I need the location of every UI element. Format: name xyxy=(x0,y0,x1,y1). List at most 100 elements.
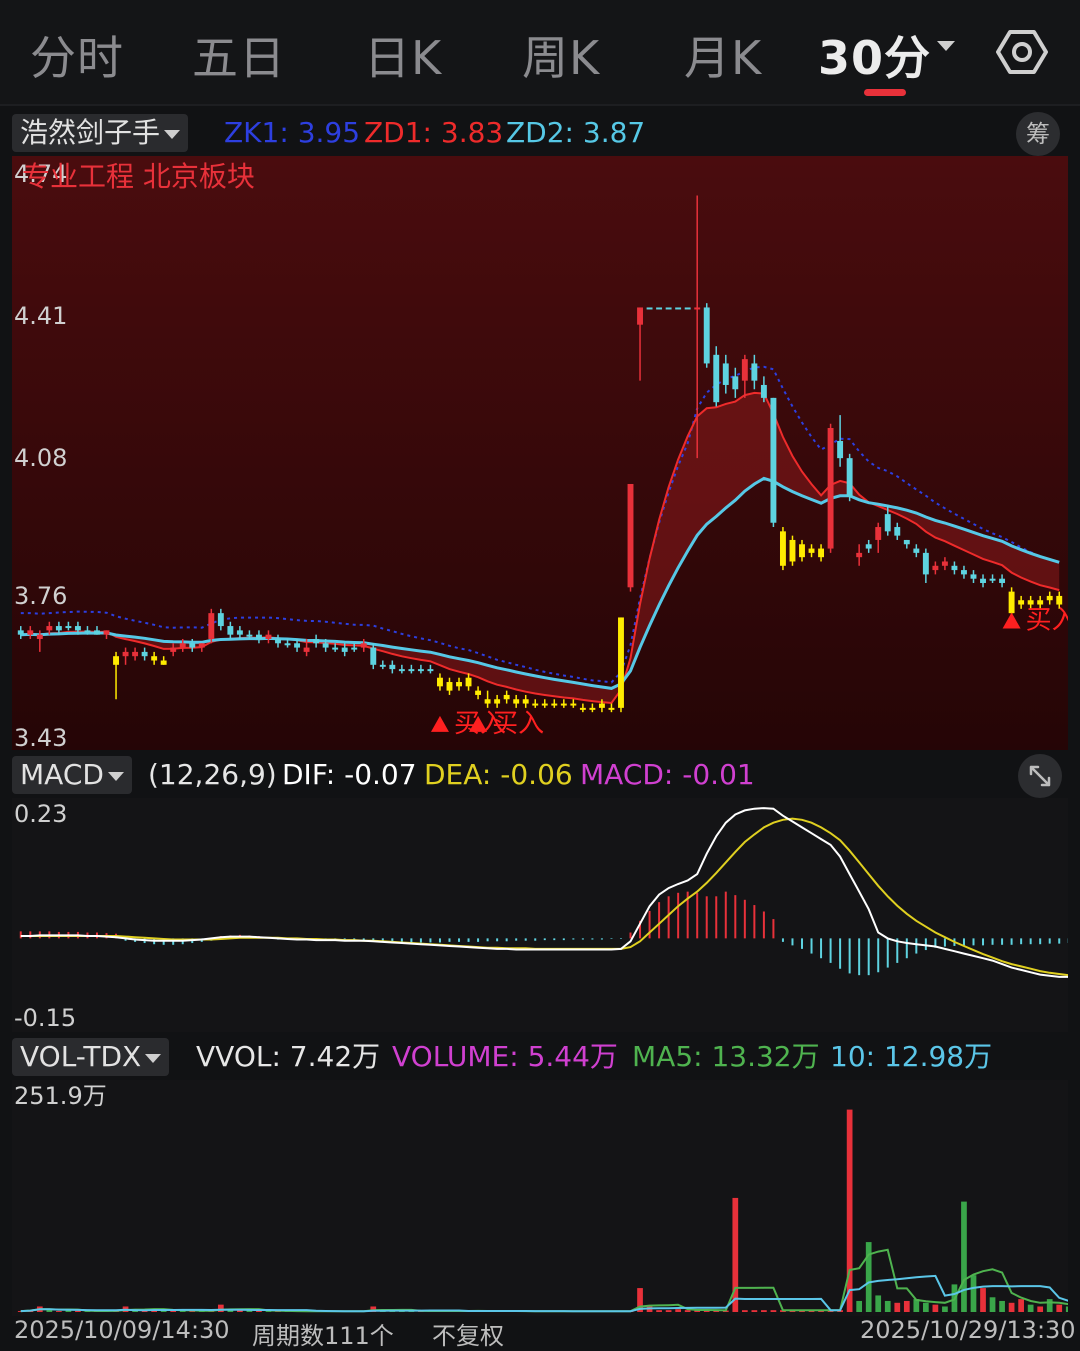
candle-body xyxy=(999,578,1006,584)
candle-body xyxy=(627,483,634,588)
volume-bar xyxy=(865,1242,872,1312)
y-tick-label: 3.76 xyxy=(14,582,67,610)
tab-intraday[interactable]: 分时 xyxy=(30,22,124,88)
candle xyxy=(827,423,834,553)
candlestick-panel[interactable]: 4.744.414.083.763.43专业工程 北京板块买入买入买入 xyxy=(12,156,1078,752)
candle-body xyxy=(951,565,958,571)
candle-body xyxy=(160,660,167,665)
volume-bar xyxy=(894,1302,901,1312)
expand-icon[interactable] xyxy=(1018,754,1062,798)
volume-bar xyxy=(903,1300,910,1312)
candle-body xyxy=(903,539,910,545)
candle-body xyxy=(675,307,682,310)
candle-body xyxy=(94,630,100,635)
candle-body xyxy=(694,307,701,310)
candle-body xyxy=(236,630,243,635)
candle-body xyxy=(275,638,281,644)
candle-body xyxy=(789,539,796,562)
candle xyxy=(675,307,682,310)
candle-body xyxy=(313,638,320,644)
volume-bar xyxy=(1018,1299,1024,1312)
settings-hexagon-icon[interactable] xyxy=(996,28,1048,76)
candle-body xyxy=(532,703,539,706)
candle-body xyxy=(55,626,62,631)
volume-bar xyxy=(1046,1299,1053,1312)
volume-bar xyxy=(656,1310,662,1312)
divider xyxy=(0,104,1080,106)
candle-body xyxy=(961,570,967,575)
ma10-value: 10: 12.98万 xyxy=(830,1040,993,1073)
volume-bar xyxy=(770,1310,777,1312)
candle-body xyxy=(760,384,767,398)
volume-bar xyxy=(1027,1304,1034,1312)
candle-body xyxy=(36,634,43,639)
candle-body xyxy=(1056,595,1063,605)
candle-body xyxy=(65,626,72,629)
candle-body xyxy=(837,440,844,459)
macd-dea-value: DEA: -0.06 xyxy=(424,758,573,791)
main-indicator-selector[interactable]: 浩然剑子手 xyxy=(12,114,189,152)
chevron-down-icon xyxy=(937,40,956,51)
volume-panel[interactable]: 251.9万 xyxy=(12,1080,1072,1316)
candle-body xyxy=(370,647,377,665)
candle-body xyxy=(598,703,605,708)
candle-body xyxy=(618,617,624,708)
volume-bar xyxy=(1056,1304,1063,1312)
volume-header: VOL-TDX VVOL: 7.42万 VOLUME: 5.44万 MA5: 1… xyxy=(0,1036,1080,1080)
chevron-down-icon xyxy=(145,1053,162,1063)
candle-body xyxy=(398,669,405,672)
volume-chart: 251.9万 xyxy=(12,1080,1072,1316)
volume-bar xyxy=(684,1310,691,1312)
chip-distribution-button[interactable]: 筹 xyxy=(1016,112,1060,156)
candle-body xyxy=(980,578,986,584)
candle xyxy=(779,527,786,571)
candle-body xyxy=(703,307,710,364)
candle-body xyxy=(932,565,939,571)
candle-body xyxy=(713,354,720,403)
volume-bar xyxy=(884,1300,891,1312)
tab-30min[interactable]: 30分 xyxy=(818,22,956,88)
volume-bar xyxy=(989,1297,996,1312)
tab-monthly-k[interactable]: 月K xyxy=(684,22,762,88)
candle xyxy=(656,307,663,310)
volume-bar xyxy=(75,1310,81,1312)
macd-selector-label: MACD xyxy=(20,758,104,791)
candle xyxy=(646,307,653,310)
candle-body xyxy=(46,626,53,631)
candle-body xyxy=(494,699,501,704)
tab-five-day[interactable]: 五日 xyxy=(192,22,286,88)
volume-bar xyxy=(675,1309,682,1312)
volume-bar xyxy=(856,1300,863,1312)
candle-body xyxy=(875,527,882,540)
candle xyxy=(627,483,634,592)
tab-daily-k[interactable]: 日K xyxy=(364,22,442,88)
tab-weekly-k[interactable]: 周K xyxy=(522,22,600,88)
volume-y-max: 251.9万 xyxy=(14,1082,107,1110)
candle-body xyxy=(922,552,929,575)
candle-body xyxy=(808,548,815,553)
expand-arrows-icon xyxy=(1029,765,1051,787)
candle-body xyxy=(341,647,348,652)
macd-chart: 0.23 -0.15 xyxy=(12,798,1070,1032)
candle-body xyxy=(322,643,329,648)
main-indicator-name: 浩然剑子手 xyxy=(20,116,161,149)
end-timestamp: 2025/10/29/13:30 xyxy=(860,1316,1076,1344)
volume-bar xyxy=(932,1304,939,1312)
candle-body xyxy=(456,682,462,687)
candle-body xyxy=(437,677,443,687)
chart-background xyxy=(12,156,1068,750)
volume-bar xyxy=(1008,1302,1015,1312)
volume-bar xyxy=(942,1306,948,1312)
candle-body xyxy=(303,647,310,652)
candle-body xyxy=(856,552,863,558)
macd-panel[interactable]: 0.23 -0.15 xyxy=(12,798,1070,1032)
macd-selector[interactable]: MACD xyxy=(12,756,132,794)
macd-histogram-value: MACD: -0.01 xyxy=(580,758,755,791)
candle-body xyxy=(656,307,663,310)
candle-body xyxy=(541,703,548,706)
candle-body xyxy=(1037,600,1044,605)
candle-body xyxy=(360,643,367,648)
volume-selector[interactable]: VOL-TDX xyxy=(12,1038,170,1076)
active-tab-indicator xyxy=(864,89,906,96)
volume-bar xyxy=(922,1302,929,1312)
